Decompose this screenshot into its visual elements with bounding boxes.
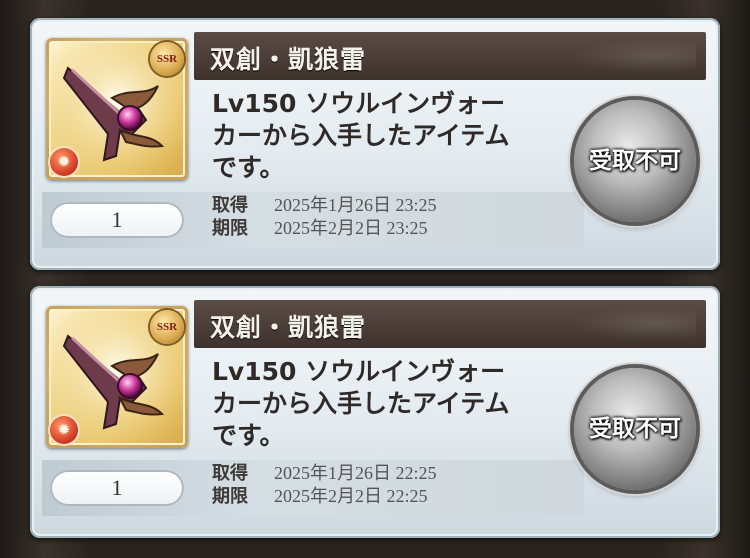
- expiry-label: 期限: [212, 486, 248, 507]
- obtained-label: 取得: [212, 195, 248, 216]
- item-title-bar: 双創・凱狼雷: [194, 32, 706, 80]
- obtained-date: 2025年1月26日 22:25: [274, 463, 437, 483]
- obtained-label: 取得: [212, 463, 248, 484]
- date-info: 取得 2025年1月26日 22:25 期限 2025年2月2日 22:25: [212, 462, 437, 508]
- title-ornament: [556, 304, 696, 344]
- present-item-card: SSR ✹ 双創・凱狼雷 Lv150 ソウルインヴォー カーから入手したアイテム…: [30, 286, 720, 538]
- item-description: Lv150 ソウルインヴォー カーから入手したアイテム です。: [212, 357, 510, 450]
- rarity-badge: SSR: [150, 310, 184, 344]
- obtained-date: 2025年1月26日 23:25: [274, 195, 437, 215]
- item-description: Lv150 ソウルインヴォー カーから入手したアイテム です。: [212, 89, 510, 182]
- expiry-date: 2025年2月2日 22:25: [274, 486, 428, 506]
- item-thumbnail: SSR ✹: [46, 38, 188, 180]
- expiry-label: 期限: [212, 218, 248, 239]
- claim-button[interactable]: 受取不可: [574, 100, 696, 222]
- present-item-card: SSR ✹ 双創・凱狼雷 Lv150 ソウルインヴォー カーから入手したアイテム…: [30, 18, 720, 270]
- claim-button-label: 受取不可: [589, 416, 681, 442]
- item-name: 双創・凱狼雷: [210, 313, 367, 342]
- quantity-badge: 1: [50, 202, 184, 238]
- rarity-badge: SSR: [150, 42, 184, 76]
- expiry-date: 2025年2月2日 23:25: [274, 218, 428, 238]
- item-thumbnail: SSR ✹: [46, 306, 188, 448]
- claim-button-label: 受取不可: [589, 148, 681, 174]
- item-title-bar: 双創・凱狼雷: [194, 300, 706, 348]
- quantity-badge: 1: [50, 470, 184, 506]
- item-name: 双創・凱狼雷: [210, 45, 367, 74]
- fire-element-icon: ✹: [50, 416, 78, 444]
- fire-element-icon: ✹: [50, 148, 78, 176]
- claim-button[interactable]: 受取不可: [574, 368, 696, 490]
- date-info: 取得 2025年1月26日 23:25 期限 2025年2月2日 23:25: [212, 194, 437, 240]
- title-ornament: [556, 36, 696, 76]
